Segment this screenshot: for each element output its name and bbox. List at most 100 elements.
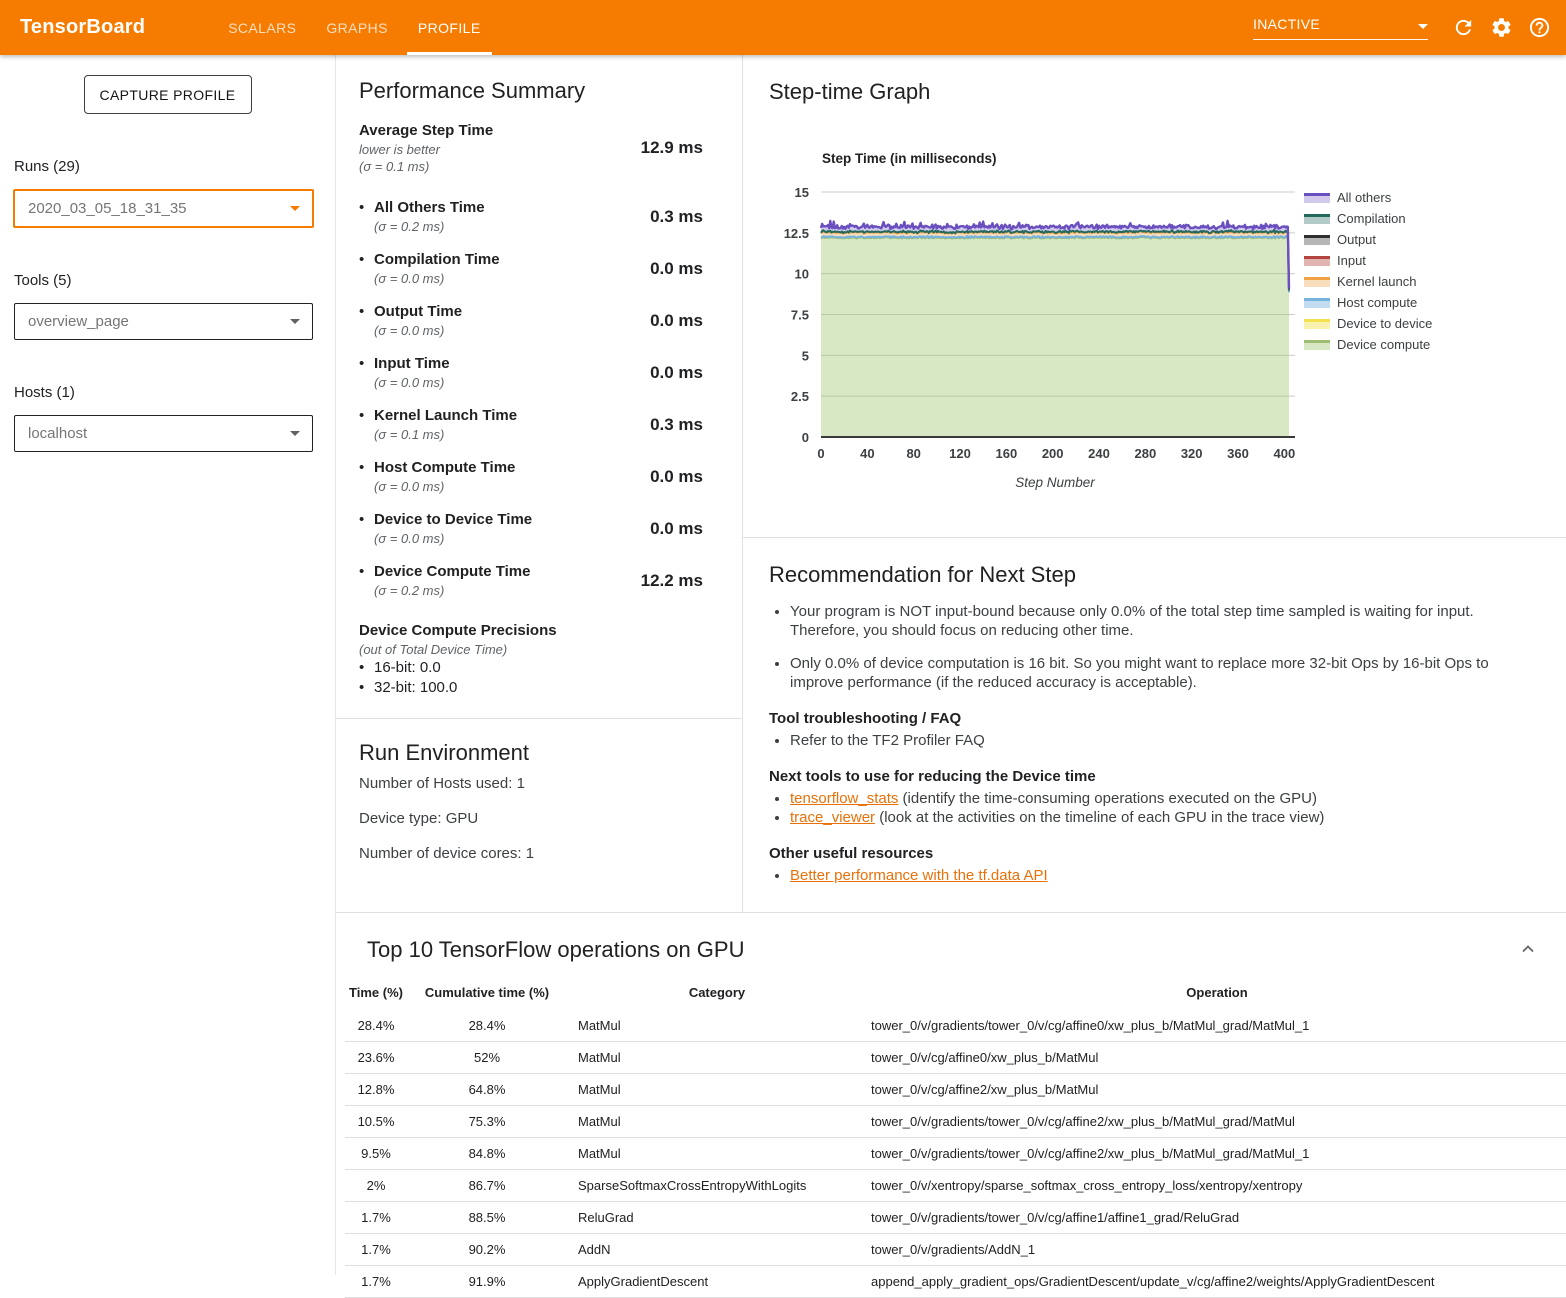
table-row: 23.6%52%MatMultower_0/v/cg/affine0/xw_pl…	[345, 1042, 1566, 1074]
svg-text:All others: All others	[1337, 190, 1392, 205]
runs-select-value: 2020_03_05_18_31_35	[28, 200, 187, 217]
device-compute-precisions: Device Compute Precisions (out of Total …	[359, 621, 703, 698]
svg-text:Step Time (in milliseconds): Step Time (in milliseconds)	[822, 151, 997, 166]
chevron-down-icon	[290, 206, 300, 211]
tab-scalars[interactable]: SCALARS	[217, 0, 307, 55]
svg-text:Kernel launch: Kernel launch	[1337, 274, 1417, 289]
svg-text:12.5: 12.5	[784, 226, 809, 241]
average-step-time-value: 12.9 ms	[641, 138, 703, 158]
hosts-select[interactable]: localhost	[14, 415, 313, 452]
chevron-down-icon	[290, 431, 300, 436]
chevron-up-icon	[1520, 942, 1536, 956]
svg-text:10: 10	[795, 267, 809, 282]
svg-text:360: 360	[1227, 446, 1249, 461]
svg-text:120: 120	[949, 446, 971, 461]
runs-label: Runs (29)	[14, 158, 313, 175]
capture-profile-button[interactable]: CAPTURE PROFILE	[84, 75, 252, 114]
recommendation-section: Recommendation for Next Step Your progra…	[743, 537, 1566, 912]
svg-text:200: 200	[1042, 446, 1064, 461]
svg-text:Host compute: Host compute	[1337, 295, 1417, 310]
svg-text:400: 400	[1274, 446, 1296, 461]
next-tool-item: tensorflow_stats (identify the time-cons…	[790, 789, 1532, 808]
chevron-down-icon	[1418, 24, 1428, 29]
svg-text:160: 160	[995, 446, 1017, 461]
table-row: 1.7%88.5%ReluGradtower_0/v/gradients/tow…	[345, 1202, 1566, 1234]
table-row: 12.8%64.8%MatMultower_0/v/cg/affine2/xw_…	[345, 1074, 1566, 1106]
app-title: TensorBoard	[20, 16, 145, 39]
column-header: Category	[567, 979, 867, 1010]
svg-text:320: 320	[1181, 446, 1203, 461]
status-dropdown[interactable]: INACTIVE	[1253, 16, 1428, 40]
perf-item-4: •Kernel Launch Time(σ = 0.1 ms)0.3 ms	[359, 406, 703, 443]
faq-item: Refer to the TF2 Profiler FAQ	[790, 731, 1532, 750]
average-step-time-note: lower is better	[359, 141, 493, 158]
tab-profile[interactable]: PROFILE	[407, 0, 492, 55]
tab-graphs[interactable]: GRAPHS	[315, 0, 399, 55]
next-tool-item: trace_viewer (look at the activities on …	[790, 808, 1532, 827]
precision-item: •32-bit: 100.0	[359, 678, 703, 698]
perf-item-5: •Host Compute Time(σ = 0.0 ms)0.0 ms	[359, 458, 703, 495]
table-row: 10.5%75.3%MatMultower_0/v/gradients/towe…	[345, 1106, 1566, 1138]
other-resources-heading: Other useful resources	[769, 844, 1532, 863]
tools-field: Tools (5) overview_page	[14, 272, 313, 340]
env-line: Number of device cores: 1	[359, 836, 703, 871]
recommendation-bullet: Your program is NOT input-bound because …	[790, 602, 1532, 640]
env-line: Device type: GPU	[359, 801, 703, 836]
tools-select-value: overview_page	[28, 313, 129, 330]
next-tool-link[interactable]: tensorflow_stats	[790, 790, 898, 807]
top-ops-section: Top 10 TensorFlow operations on GPU Time…	[336, 913, 1566, 1298]
legend-item: All others	[1304, 190, 1392, 205]
table-row: 9.5%84.8%MatMultower_0/v/gradients/tower…	[345, 1138, 1566, 1170]
svg-text:0: 0	[817, 446, 824, 461]
settings-gear-icon[interactable]	[1489, 16, 1513, 40]
env-line: Number of Hosts used: 1	[359, 766, 703, 801]
column-header: Cumulative time (%)	[407, 979, 567, 1010]
svg-text:Step Number: Step Number	[1015, 475, 1095, 490]
svg-text:80: 80	[906, 446, 920, 461]
svg-text:Output: Output	[1337, 232, 1376, 247]
collapse-section-button[interactable]	[1518, 940, 1538, 961]
legend-item: Compilation	[1304, 211, 1406, 226]
perf-item-7: •Device Compute Time(σ = 0.2 ms)12.2 ms	[359, 562, 703, 599]
top-ops-title: Top 10 TensorFlow operations on GPU	[367, 937, 744, 963]
header-controls: INACTIVE	[1253, 0, 1558, 55]
svg-text:Device to device: Device to device	[1337, 316, 1432, 331]
recommendation-bullet: Only 0.0% of device computation is 16 bi…	[790, 654, 1532, 692]
app-header: TensorBoard SCALARSGRAPHSPROFILE INACTIV…	[0, 0, 1566, 55]
legend-item: Input	[1304, 253, 1366, 268]
resource-link[interactable]: Better performance with the tf.data API	[790, 867, 1048, 884]
sidebar: CAPTURE PROFILE Runs (29) 2020_03_05_18_…	[0, 55, 336, 1275]
perf-item-6: •Device to Device Time(σ = 0.0 ms)0.0 ms	[359, 510, 703, 547]
right-column: Step-time Graph Step Time (in millisecon…	[743, 55, 1566, 912]
refresh-icon[interactable]	[1451, 16, 1475, 40]
performance-summary-card: Performance Summary Average Step Time lo…	[336, 55, 742, 719]
precision-item: •16-bit: 0.0	[359, 658, 703, 678]
svg-text:Device compute: Device compute	[1337, 337, 1430, 352]
run-environment-title: Run Environment	[359, 740, 703, 766]
runs-select[interactable]: 2020_03_05_18_31_35	[13, 189, 314, 228]
nav-tabs: SCALARSGRAPHSPROFILE	[217, 0, 499, 55]
tools-label: Tools (5)	[14, 272, 313, 289]
next-tools-heading: Next tools to use for reducing the Devic…	[769, 767, 1532, 786]
step-time-chart: Step Time (in milliseconds)02.557.51012.…	[743, 55, 1566, 537]
legend-item: Device to device	[1304, 316, 1432, 331]
hosts-select-value: localhost	[28, 425, 87, 442]
legend-item: Kernel launch	[1304, 274, 1417, 289]
perf-item-1: •Compilation Time(σ = 0.0 ms)0.0 ms	[359, 250, 703, 287]
tools-select[interactable]: overview_page	[14, 303, 313, 340]
next-tool-link[interactable]: trace_viewer	[790, 809, 875, 826]
svg-text:0: 0	[802, 430, 809, 445]
column-header: Time (%)	[345, 979, 407, 1010]
legend-item: Host compute	[1304, 295, 1417, 310]
table-row: 1.7%91.9%ApplyGradientDescentappend_appl…	[345, 1266, 1566, 1298]
hosts-field: Hosts (1) localhost	[14, 384, 313, 452]
svg-text:7.5: 7.5	[791, 308, 809, 323]
perf-item-2: •Output Time(σ = 0.0 ms)0.0 ms	[359, 302, 703, 339]
help-icon[interactable]	[1527, 16, 1551, 40]
table-row: 2%86.7%SparseSoftmaxCrossEntropyWithLogi…	[345, 1170, 1566, 1202]
svg-text:40: 40	[860, 446, 874, 461]
svg-text:Compilation: Compilation	[1337, 211, 1406, 226]
performance-summary-title: Performance Summary	[359, 78, 703, 104]
precisions-label: Device Compute Precisions	[359, 621, 703, 641]
runs-field: Runs (29) 2020_03_05_18_31_35	[14, 158, 313, 228]
